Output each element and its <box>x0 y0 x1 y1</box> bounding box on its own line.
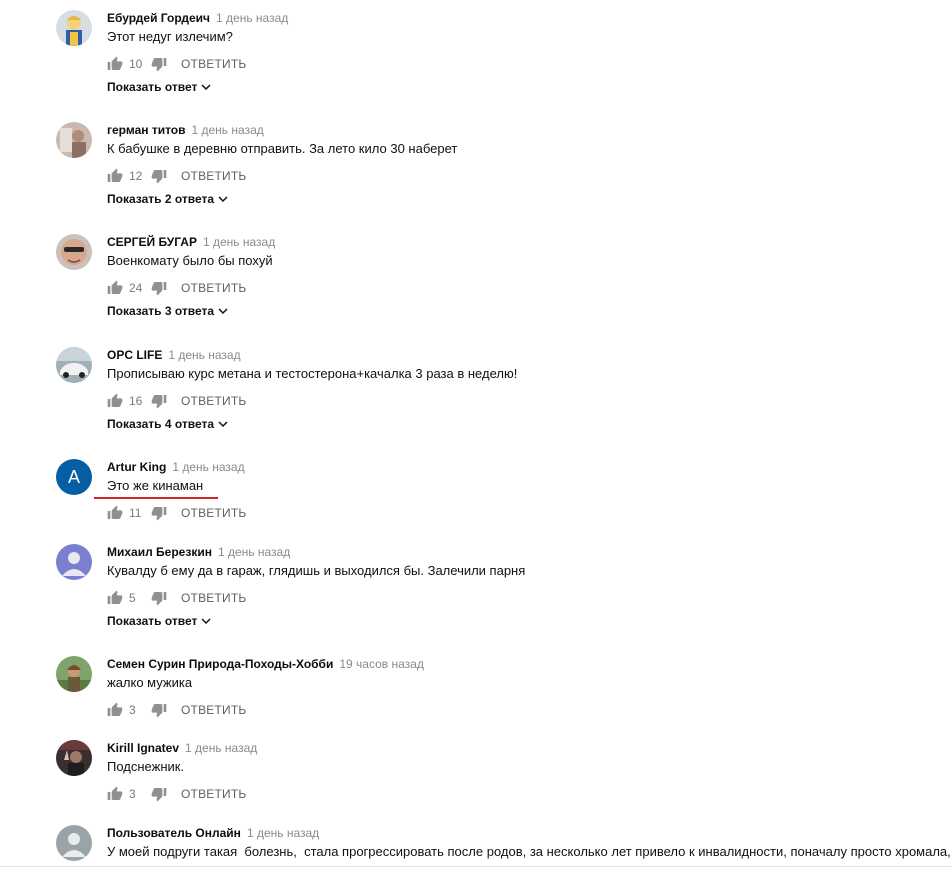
show-replies-button[interactable]: Показать 4 ответа <box>107 417 228 431</box>
reply-button[interactable]: ОТВЕТИТЬ <box>181 169 246 183</box>
show-replies-label: Показать 2 ответа <box>107 192 215 206</box>
comment-author[interactable]: OPC LIFE <box>107 348 162 362</box>
comment-time[interactable]: 1 день назад <box>218 545 290 559</box>
thumb-down-icon[interactable] <box>151 786 167 802</box>
thumb-down-icon[interactable] <box>151 393 167 409</box>
comment-text: Прописываю курс метана и тестостерона+ка… <box>107 366 518 381</box>
comment-text: Кувалду б ему да в гараж, глядишь и выхо… <box>107 563 526 578</box>
chevron-down-icon <box>201 84 211 91</box>
reply-button[interactable]: ОТВЕТИТЬ <box>181 787 246 801</box>
comment-text: Это же кинаман <box>107 478 204 493</box>
like-count: 24 <box>129 281 143 295</box>
chevron-down-icon <box>218 196 228 203</box>
like-count: 16 <box>129 394 143 408</box>
comment-actions: 3 ОТВЕТИТЬ <box>107 784 246 804</box>
reply-button[interactable]: ОТВЕТИТЬ <box>181 394 246 408</box>
comment-author[interactable]: Kirill Ignatev <box>107 741 179 755</box>
photo-avatar[interactable] <box>56 122 92 158</box>
avatar-letter: A <box>67 466 80 487</box>
thumb-up-icon[interactable] <box>107 280 123 296</box>
comment-time[interactable]: 1 день назад <box>172 460 244 474</box>
face-sunglasses-avatar[interactable] <box>56 234 92 270</box>
comment-time[interactable]: 1 день назад <box>185 741 257 755</box>
show-replies-button[interactable]: Показать ответ <box>107 80 211 94</box>
comment-author[interactable]: герман титов <box>107 123 186 137</box>
comment-text: Этот недуг излечим? <box>107 29 233 44</box>
show-replies-label: Показать ответ <box>107 80 198 94</box>
comment-text: Военкомату было бы похуй <box>107 253 273 268</box>
show-replies-label: Показать ответ <box>107 614 198 628</box>
comment-actions: 3 ОТВЕТИТЬ <box>107 700 246 720</box>
comment-actions: 5 ОТВЕТИТЬ <box>107 588 246 608</box>
comment-text: У моей подруги такая болезнь, стала прог… <box>107 844 952 859</box>
reply-button[interactable]: ОТВЕТИТЬ <box>181 506 246 520</box>
reply-button[interactable]: ОТВЕТИТЬ <box>181 281 246 295</box>
thumb-up-icon[interactable] <box>107 505 123 521</box>
thumb-up-icon[interactable] <box>107 590 123 606</box>
divider <box>0 866 952 867</box>
default-user-avatar[interactable] <box>56 544 92 580</box>
comment-time[interactable]: 1 день назад <box>192 123 264 137</box>
show-replies-button[interactable]: Показать 2 ответа <box>107 192 228 206</box>
like-count: 3 <box>129 787 136 801</box>
like-count: 11 <box>129 506 142 520</box>
comment-actions: 11 ОТВЕТИТЬ <box>107 503 246 523</box>
thumb-down-icon[interactable] <box>151 56 167 72</box>
comment-actions: 12 ОТВЕТИТЬ <box>107 166 246 186</box>
like-count: 5 <box>129 591 136 605</box>
chevron-down-icon <box>201 618 211 625</box>
comment-author[interactable]: Ебурдей Гордеич <box>107 11 210 25</box>
comment-author[interactable]: Михаил Березкин <box>107 545 212 559</box>
comment-time[interactable]: 1 день назад <box>216 11 288 25</box>
reply-button[interactable]: ОТВЕТИТЬ <box>181 703 246 717</box>
outdoor-photo-avatar[interactable] <box>56 656 92 692</box>
letter-avatar[interactable]: A <box>56 459 92 495</box>
thumb-down-icon[interactable] <box>151 280 167 296</box>
dark-photo-avatar[interactable] <box>56 740 92 776</box>
show-replies-button[interactable]: Показать 3 ответа <box>107 304 228 318</box>
comment-text: К бабушке в деревню отправить. За лето к… <box>107 141 458 156</box>
like-count: 12 <box>129 169 143 183</box>
like-count: 10 <box>129 57 143 71</box>
comment-actions: 24 ОТВЕТИТЬ <box>107 278 246 298</box>
comment-actions: 16 ОТВЕТИТЬ <box>107 391 246 411</box>
show-replies-button[interactable]: Показать ответ <box>107 614 211 628</box>
comment-text: Подснежник. <box>107 759 185 774</box>
thumb-up-icon[interactable] <box>107 168 123 184</box>
thumb-up-icon[interactable] <box>107 786 123 802</box>
red-underline-annotation <box>94 497 218 499</box>
thumb-down-icon[interactable] <box>151 590 167 606</box>
comment-time[interactable]: 19 часов назад <box>339 657 423 671</box>
comment-author[interactable]: Семен Сурин Природа-Походы-Хобби <box>107 657 333 671</box>
comment-author[interactable]: Artur King <box>107 460 166 474</box>
show-replies-label: Показать 4 ответа <box>107 417 215 431</box>
car-avatar[interactable] <box>56 347 92 383</box>
comment-time[interactable]: 1 день назад <box>247 826 319 840</box>
comment-time[interactable]: 1 день назад <box>168 348 240 362</box>
reply-button[interactable]: ОТВЕТИТЬ <box>181 57 246 71</box>
show-replies-label: Показать 3 ответа <box>107 304 215 318</box>
thumb-down-icon[interactable] <box>151 168 167 184</box>
default-user-avatar[interactable] <box>56 825 92 861</box>
thumb-down-icon[interactable] <box>151 702 167 718</box>
comment-actions: 10 ОТВЕТИТЬ <box>107 54 246 74</box>
like-count: 3 <box>129 703 136 717</box>
chevron-down-icon <box>218 308 228 315</box>
comment-text: жалко мужика <box>107 675 193 690</box>
reply-button[interactable]: ОТВЕТИТЬ <box>181 591 246 605</box>
comment-author[interactable]: СЕРГЕЙ БУГАР <box>107 235 197 249</box>
thumb-up-icon[interactable] <box>107 702 123 718</box>
thumb-up-icon[interactable] <box>107 393 123 409</box>
chevron-down-icon <box>218 421 228 428</box>
comment-author[interactable]: Пользователь Онлайн <box>107 826 241 840</box>
thumb-down-icon[interactable] <box>151 505 167 521</box>
thumb-up-icon[interactable] <box>107 56 123 72</box>
comment-time[interactable]: 1 день назад <box>203 235 275 249</box>
vault-boy-avatar[interactable] <box>56 10 92 46</box>
